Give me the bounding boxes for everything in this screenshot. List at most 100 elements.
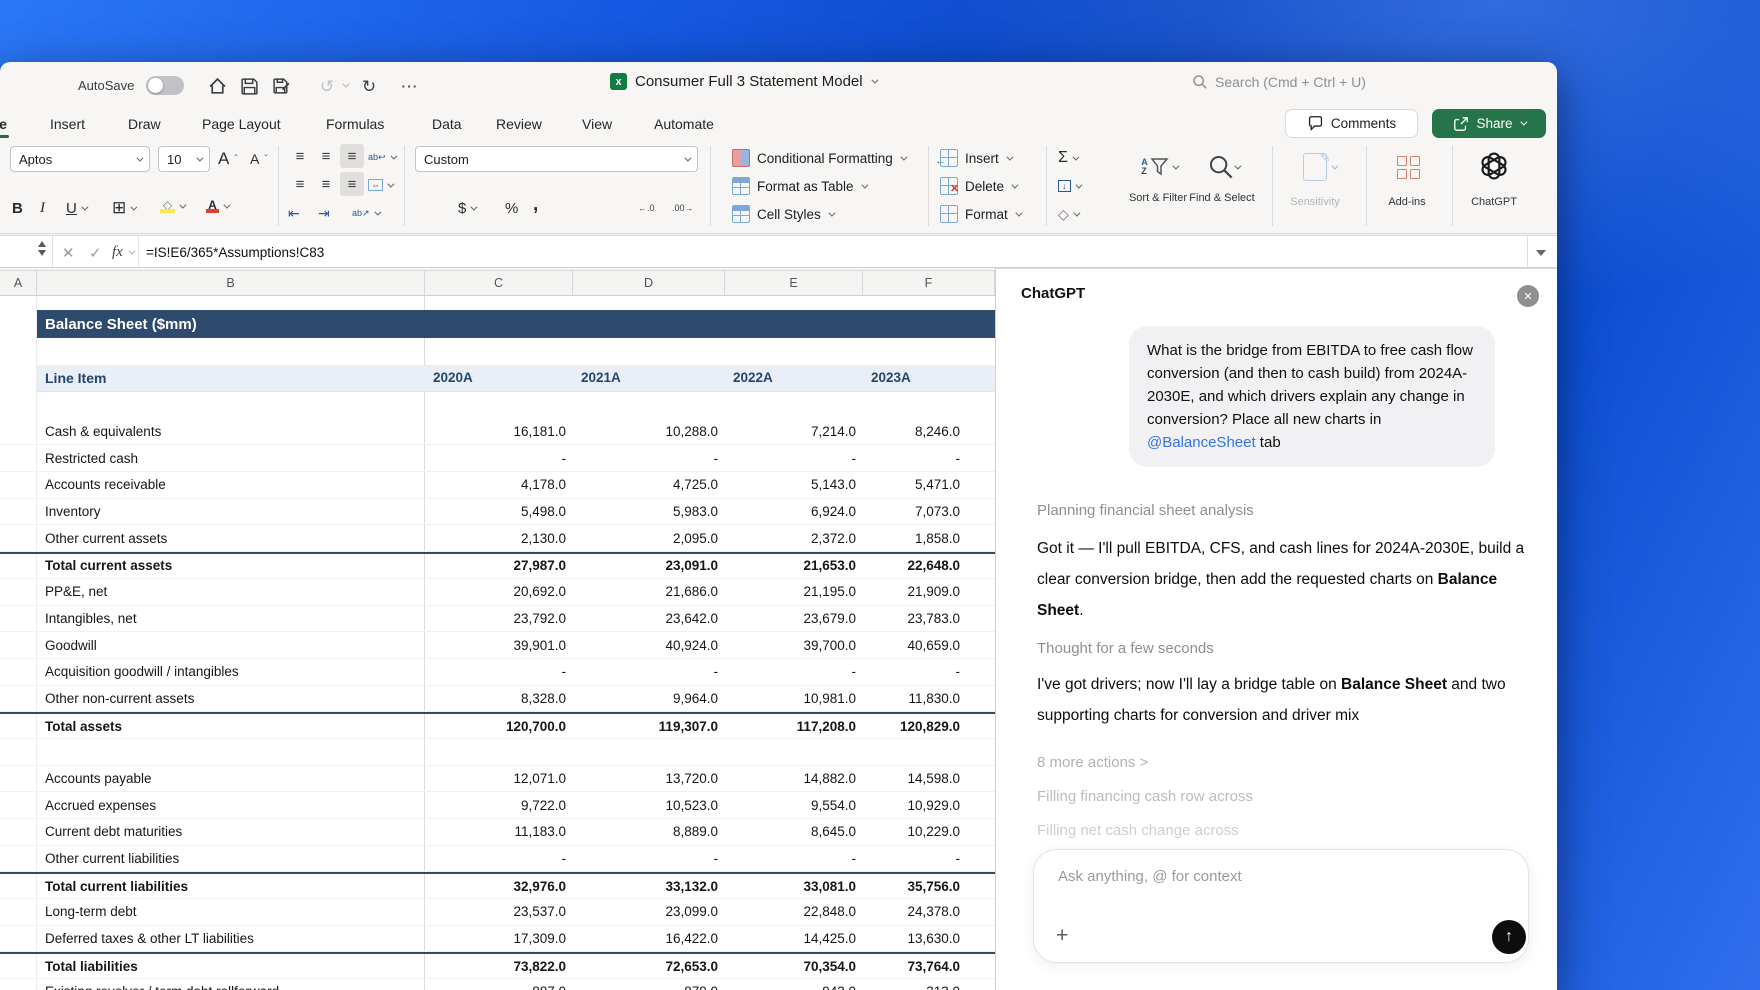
cell-value[interactable]: 23,537.0 [425,904,573,919]
autosave-toggle[interactable] [146,76,184,95]
cell-value[interactable]: - [725,851,863,866]
cell-value[interactable]: 11,183.0 [425,824,573,839]
year-header[interactable]: 2022A [725,370,863,385]
cell-value[interactable]: 10,981.0 [725,691,863,706]
cell-value[interactable]: 40,659.0 [863,638,995,653]
align-top-button[interactable]: ≡ [288,144,312,168]
cell-value[interactable]: 13,630.0 [863,931,995,946]
cell-value[interactable]: 73,764.0 [863,959,995,974]
cell-value[interactable]: 9,722.0 [425,798,573,813]
attach-plus-icon[interactable]: + [1056,924,1068,948]
cell-value[interactable]: 23,642.0 [573,611,725,626]
cell[interactable] [0,472,37,498]
cell-value[interactable]: 35,756.0 [863,879,995,894]
cell[interactable] [0,658,37,685]
align-bottom-button[interactable]: ≡ [340,144,364,168]
cell-value[interactable]: 72,653.0 [573,959,725,974]
cell-value[interactable]: - [573,851,725,866]
cell-value[interactable]: 22,648.0 [863,558,995,573]
cell-value[interactable]: 5,983.0 [573,504,725,519]
row-label[interactable]: Total current assets [37,554,425,578]
cell-value[interactable]: - [573,451,725,466]
cell-styles-button[interactable]: Cell Styles [732,202,836,226]
row-label[interactable] [37,738,425,765]
column-header-a[interactable]: A [0,271,37,295]
cell-value[interactable]: 16,422.0 [573,931,725,946]
cell-value[interactable]: 9,964.0 [573,691,725,706]
decrease-decimal-button[interactable]: ←.0 [638,195,655,221]
cell-value[interactable]: 8,645.0 [725,824,863,839]
cell-value[interactable]: - [863,664,995,679]
more-actions-link[interactable]: 8 more actions > [1037,747,1542,778]
cell-value[interactable]: 17,309.0 [425,931,573,946]
cell-value[interactable]: 14,425.0 [725,931,863,946]
status-thought[interactable]: Thought for a few seconds [1037,639,1542,659]
cell-value[interactable]: 887.0 [425,984,573,990]
row-label[interactable]: Current debt maturities [37,819,425,845]
year-header[interactable]: 2021A [573,370,725,385]
fill-button[interactable]: ↓ [1058,173,1082,199]
cell-value[interactable]: - [573,664,725,679]
tab-view[interactable]: View [580,108,614,140]
share-button[interactable]: Share [1432,109,1546,138]
row-label[interactable]: Intangibles, net [37,605,425,632]
cell-value[interactable]: 117,208.0 [725,719,863,734]
undo-icon[interactable]: ↺ [316,75,338,97]
cell[interactable] [0,714,37,738]
orientation-button[interactable]: ab↗ [352,200,382,226]
more-options-icon[interactable]: ⋯ [398,75,420,97]
chat-input[interactable] [1058,868,1488,885]
cell-value[interactable]: - [425,451,573,466]
row-label[interactable]: Accrued expenses [37,792,425,818]
cell[interactable] [0,605,37,632]
row-label[interactable]: Restricted cash [37,445,425,472]
column-header-c[interactable]: C [425,271,573,295]
cell[interactable] [0,819,37,845]
tab-automate[interactable]: Automate [652,108,716,140]
save-icon[interactable] [238,75,260,97]
cell-value[interactable]: 10,229.0 [863,824,995,839]
row-label[interactable]: Total liabilities [37,954,425,979]
insert-function-icon[interactable]: fx [112,236,123,269]
tab-home[interactable]: Home [0,108,9,140]
tab-data[interactable]: Data [430,108,464,140]
cell[interactable] [0,979,37,990]
cell-value[interactable]: - [425,664,573,679]
row-label[interactable]: PP&E, net [37,578,425,605]
cell-value[interactable]: - [863,451,995,466]
row-label[interactable]: Inventory [37,498,425,525]
row-label[interactable]: Other current liabilities [37,845,425,872]
comma-format-button[interactable]: , [533,192,538,218]
cancel-entry-icon[interactable]: ✕ [62,236,75,269]
font-size-select[interactable]: 10 [158,146,210,172]
borders-button[interactable]: ⊞ [112,195,138,221]
cell-value[interactable]: 21,195.0 [725,584,863,599]
cell-value[interactable]: 23,099.0 [573,904,725,919]
cell[interactable] [0,578,37,605]
cell-value[interactable]: 7,073.0 [863,504,995,519]
delete-cells-button[interactable]: ✕ Delete [940,174,1019,198]
bold-button[interactable]: B [12,195,23,221]
sort-filter-button[interactable]: AZ [1136,144,1182,190]
cell-value[interactable]: 120,700.0 [425,719,573,734]
cell-value[interactable]: 22,848.0 [725,904,863,919]
cell[interactable] [0,632,37,658]
cell-value[interactable]: 14,598.0 [863,771,995,786]
wrap-text-button[interactable]: ab↩ [368,144,398,170]
cell-value[interactable]: 11,830.0 [863,691,995,706]
chevron-down-icon[interactable] [128,247,136,255]
row-label[interactable]: Accounts payable [37,765,425,792]
cell-value[interactable]: 2,130.0 [425,531,573,546]
cell[interactable] [0,685,37,712]
row-label[interactable]: Long-term debt [37,899,425,925]
cell-value[interactable]: 40,924.0 [573,638,725,653]
tab-page-layout[interactable]: Page Layout [200,108,283,140]
cell-value[interactable]: 12,071.0 [425,771,573,786]
cell-value[interactable]: - [725,451,863,466]
cell-value[interactable]: 313.0 [863,984,995,990]
save-as-icon[interactable] [270,75,292,97]
cell-value[interactable]: 5,471.0 [863,477,995,492]
column-header-b[interactable]: B [37,271,425,295]
row-label[interactable]: Total assets [37,714,425,738]
align-center-button[interactable]: ≡ [314,172,338,196]
